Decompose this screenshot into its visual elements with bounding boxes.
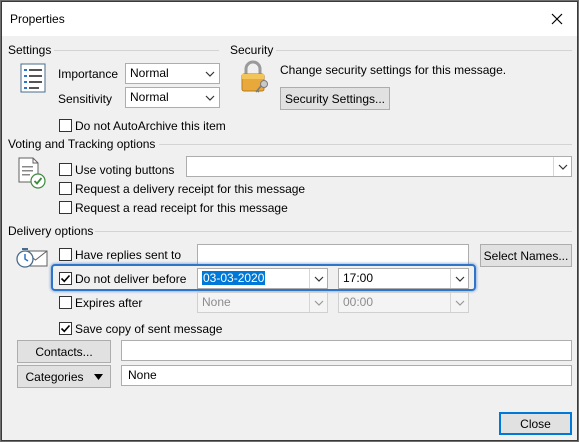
deliver-time-select[interactable]: 17:00 [338, 268, 469, 289]
checkmark-icon [60, 274, 71, 283]
delivery-heading: Delivery options [8, 224, 94, 238]
expires-date-value: None [202, 295, 231, 309]
expires-time-value: 00:00 [343, 295, 374, 309]
deliver-time-value: 17:00 [343, 271, 374, 285]
chevron-down-icon [201, 88, 219, 107]
select-names-button-label: Select Names... [483, 248, 569, 263]
title-bar: Properties [2, 2, 577, 36]
do-not-deliver-before-checkbox[interactable] [59, 272, 72, 285]
properties-dialog: Properties Settings Importance Normal Se… [0, 0, 579, 442]
security-settings-button[interactable]: Security Settings... [280, 87, 390, 110]
have-replies-checkbox[interactable] [59, 248, 72, 261]
importance-label: Importance [58, 67, 119, 81]
categories-button-label: Categories [25, 369, 84, 384]
lock-key-icon [241, 60, 268, 93]
deliver-date-select[interactable]: 03-03-2020 [197, 268, 328, 289]
use-voting-label: Use voting buttons [75, 163, 175, 177]
categories-input[interactable]: None [121, 365, 572, 386]
close-button[interactable]: Close [499, 412, 572, 435]
sensitivity-label: Sensitivity [58, 92, 113, 106]
contacts-button-label: Contacts... [35, 344, 93, 359]
select-names-button[interactable]: Select Names... [480, 244, 572, 267]
have-replies-label: Have replies sent to [75, 248, 182, 262]
checkmark-icon [60, 324, 71, 333]
expires-after-label: Expires after [75, 296, 143, 310]
security-description: Change security settings for this messag… [280, 63, 507, 77]
caret-down-icon [93, 373, 103, 380]
delivery-receipt-label: Request a delivery receipt for this mess… [75, 182, 306, 196]
deliver-date-value: 03-03-2020 [202, 271, 266, 285]
save-copy-label: Save copy of sent message [75, 322, 223, 336]
settings-heading: Settings [8, 43, 52, 57]
chevron-down-icon [201, 64, 219, 83]
security-divider [276, 50, 572, 51]
contacts-input[interactable] [121, 340, 572, 361]
importance-value: Normal [130, 66, 169, 80]
importance-select[interactable]: Normal [125, 63, 220, 84]
delivery-receipt-checkbox[interactable] [59, 182, 72, 195]
sensitivity-select[interactable]: Normal [125, 87, 220, 108]
do-not-deliver-before-label: Do not deliver before [75, 272, 187, 286]
voting-buttons-select[interactable] [186, 156, 572, 177]
close-button-label: Close [520, 416, 551, 431]
categories-button[interactable]: Categories [17, 365, 111, 388]
replies-to-input[interactable] [197, 244, 469, 265]
expires-date-select[interactable]: None [197, 292, 328, 313]
no-autoarchive-checkbox[interactable] [59, 119, 72, 132]
contacts-button[interactable]: Contacts... [17, 340, 111, 363]
use-voting-checkbox[interactable] [59, 163, 72, 176]
chevron-down-icon [309, 269, 327, 288]
save-copy-checkbox[interactable] [59, 322, 72, 335]
voting-heading: Voting and Tracking options [8, 137, 156, 151]
delivery-clock-envelope-icon [16, 248, 48, 268]
settings-divider [54, 50, 219, 51]
read-receipt-checkbox[interactable] [59, 201, 72, 214]
categories-value: None [128, 368, 157, 382]
no-autoarchive-label: Do not AutoArchive this item [75, 119, 226, 133]
expires-time-select[interactable]: 00:00 [338, 292, 469, 313]
voting-divider [159, 144, 572, 145]
close-icon [551, 13, 563, 25]
dialog-title: Properties [10, 12, 65, 26]
close-window-button[interactable] [537, 2, 577, 36]
chevron-down-icon [553, 157, 571, 176]
sensitivity-value: Normal [130, 90, 169, 104]
read-receipt-label: Request a read receipt for this message [75, 201, 288, 215]
expires-after-checkbox[interactable] [59, 296, 72, 309]
security-heading: Security [230, 43, 274, 57]
chevron-down-icon [309, 293, 327, 312]
chevron-down-icon [450, 293, 468, 312]
security-settings-button-label: Security Settings... [284, 91, 386, 106]
chevron-down-icon [450, 269, 468, 288]
voting-document-icon [18, 157, 46, 189]
settings-list-icon [20, 63, 46, 93]
delivery-divider [95, 231, 572, 232]
